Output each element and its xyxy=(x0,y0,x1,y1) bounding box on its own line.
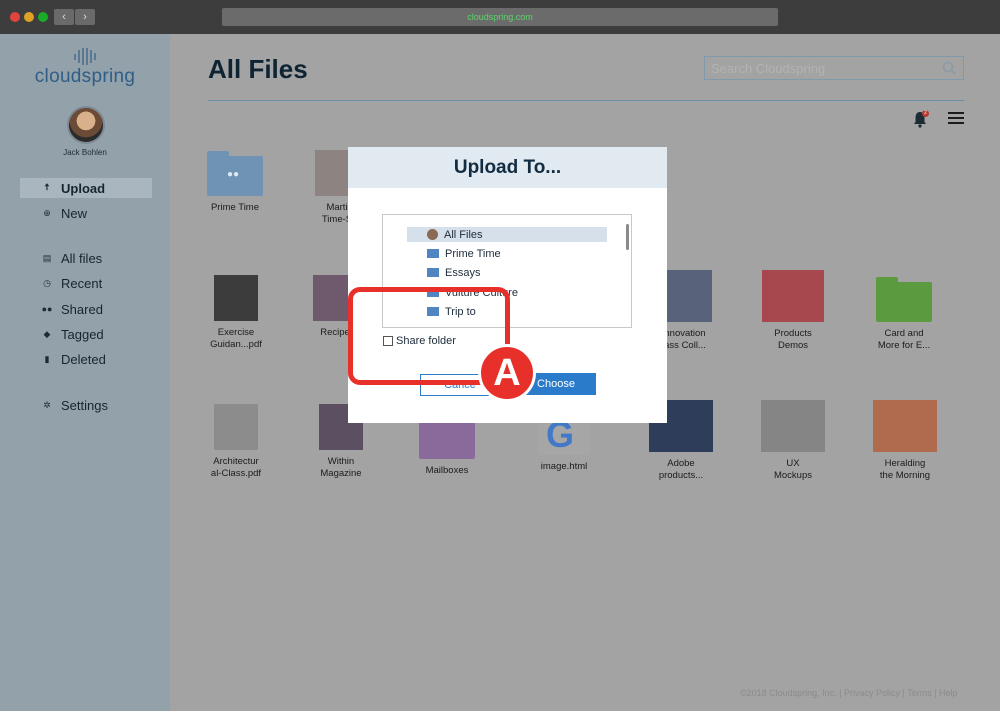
file-tile[interactable]: Card and More for E... xyxy=(859,277,949,352)
file-name: Within Magazine xyxy=(320,456,362,479)
folder-icon xyxy=(876,277,932,322)
close-window-button[interactable] xyxy=(10,12,20,22)
sidebar-item-label: Settings xyxy=(61,397,108,413)
tree-item-essays[interactable]: Essays xyxy=(407,265,607,280)
document-thumbnail xyxy=(762,270,824,322)
dialog-title: Upload To... xyxy=(348,147,667,188)
sidebar-item-label: Recent xyxy=(61,275,103,291)
tree-item-label: All Files xyxy=(444,228,483,241)
tree-item-label: Prime Time xyxy=(445,247,501,260)
plus-circle-icon: ⊕ xyxy=(43,207,51,218)
file-name: Prime Time xyxy=(210,202,260,213)
people-icon: ●● xyxy=(41,304,53,314)
maximize-window-button[interactable] xyxy=(38,12,48,22)
url-bar[interactable]: cloudspring.com xyxy=(222,8,778,26)
file-name: Card and More for E... xyxy=(877,328,931,351)
sidebar-item-deleted[interactable]: ▮ Deleted xyxy=(20,349,152,369)
trash-icon: ▮ xyxy=(44,353,50,364)
forward-arrow-icon[interactable]: › xyxy=(75,9,95,25)
file-tile[interactable]: UX Mockups xyxy=(748,400,838,482)
annotation-marker: A xyxy=(478,344,536,402)
tree-item-prime-time[interactable]: Prime Time xyxy=(407,246,607,261)
sidebar-item-upload[interactable]: 🠅 Upload xyxy=(20,178,152,198)
shared-folder-icon: ●● xyxy=(207,151,263,196)
user-name: Jack Bohlen xyxy=(63,148,107,157)
avatar-icon xyxy=(427,229,438,240)
file-name: image.html xyxy=(540,461,588,472)
sidebar-item-settings[interactable]: ✲ Settings xyxy=(20,395,152,415)
document-thumbnail xyxy=(214,275,258,321)
minimize-window-button[interactable] xyxy=(24,12,34,22)
file-name: Adobe products... xyxy=(658,458,704,481)
people-icon: ●● xyxy=(227,169,240,180)
menu-icon[interactable] xyxy=(948,112,964,124)
file-tile[interactable]: G image.html xyxy=(519,415,609,473)
header-divider xyxy=(208,100,964,101)
file-name: UX Mockups xyxy=(773,458,812,481)
tree-item-label: Essays xyxy=(445,266,481,279)
back-arrow-icon[interactable]: ‹ xyxy=(54,9,74,25)
folder-icon xyxy=(419,414,475,459)
file-tile[interactable]: Products Demos xyxy=(748,270,838,352)
document-thumbnail xyxy=(214,404,258,450)
document-thumbnail xyxy=(761,400,825,452)
sidebar-item-all-files[interactable]: ▤ All files xyxy=(20,248,152,268)
sidebar-item-label: Tagged xyxy=(61,326,104,342)
clock-icon: ◷ xyxy=(43,277,51,288)
page-title: All Files xyxy=(208,54,308,84)
browser-chrome: ‹ › cloudspring.com xyxy=(0,0,1000,34)
file-name: Products Demos xyxy=(774,328,812,351)
sidebar: cloudspring Jack Bohlen 🠅 Upload ⊕ New ▤… xyxy=(0,34,170,711)
avatar[interactable] xyxy=(67,106,105,144)
folder-icon xyxy=(427,249,439,258)
sidebar-item-label: Upload xyxy=(61,180,106,196)
document-thumbnail xyxy=(873,400,937,452)
file-name: Mailboxes xyxy=(425,465,469,476)
file-tile[interactable]: Heralding the Morning xyxy=(860,400,950,482)
footer: ©2018 Cloudspring, Inc. | Privacy Policy… xyxy=(740,688,958,698)
sidebar-item-label: Deleted xyxy=(61,351,106,367)
sidebar-item-label: Shared xyxy=(61,301,103,317)
scrollbar[interactable] xyxy=(626,224,629,250)
logo-icon xyxy=(74,48,96,65)
file-name: Heralding the Morning xyxy=(879,458,931,481)
file-tile[interactable]: ●● Prime Time xyxy=(190,151,280,214)
sidebar-item-new[interactable]: ⊕ New xyxy=(20,203,152,223)
file-tile[interactable]: Mailboxes xyxy=(402,414,492,477)
tag-icon: ◆ xyxy=(43,328,51,339)
sidebar-item-label: New xyxy=(61,205,88,221)
folder-icon xyxy=(427,268,439,277)
notification-badge: 2 xyxy=(922,110,929,117)
sidebar-item-label: All files xyxy=(61,250,103,266)
search-icon[interactable] xyxy=(942,61,956,75)
tree-item-all-files[interactable]: All Files xyxy=(407,227,607,242)
gear-icon: ✲ xyxy=(43,399,51,410)
google-icon: G xyxy=(538,415,590,455)
file-name: Exercise Guidan...pdf xyxy=(210,327,262,350)
file-icon: ▤ xyxy=(42,252,52,263)
file-name: Architectur al-Class.pdf xyxy=(210,456,262,479)
file-tile[interactable]: Exercise Guidan...pdf xyxy=(191,275,281,351)
arrow-up-icon: 🠅 xyxy=(44,182,50,192)
brand-logo-text: cloudspring xyxy=(34,66,136,87)
file-tile[interactable]: Architectur al-Class.pdf xyxy=(191,404,281,480)
sidebar-item-recent[interactable]: ◷ Recent xyxy=(20,273,152,293)
sidebar-item-shared[interactable]: ●● Shared xyxy=(20,299,152,319)
search-input[interactable]: Search Cloudspring xyxy=(704,56,964,80)
sidebar-item-tagged[interactable]: ◆ Tagged xyxy=(20,324,152,344)
